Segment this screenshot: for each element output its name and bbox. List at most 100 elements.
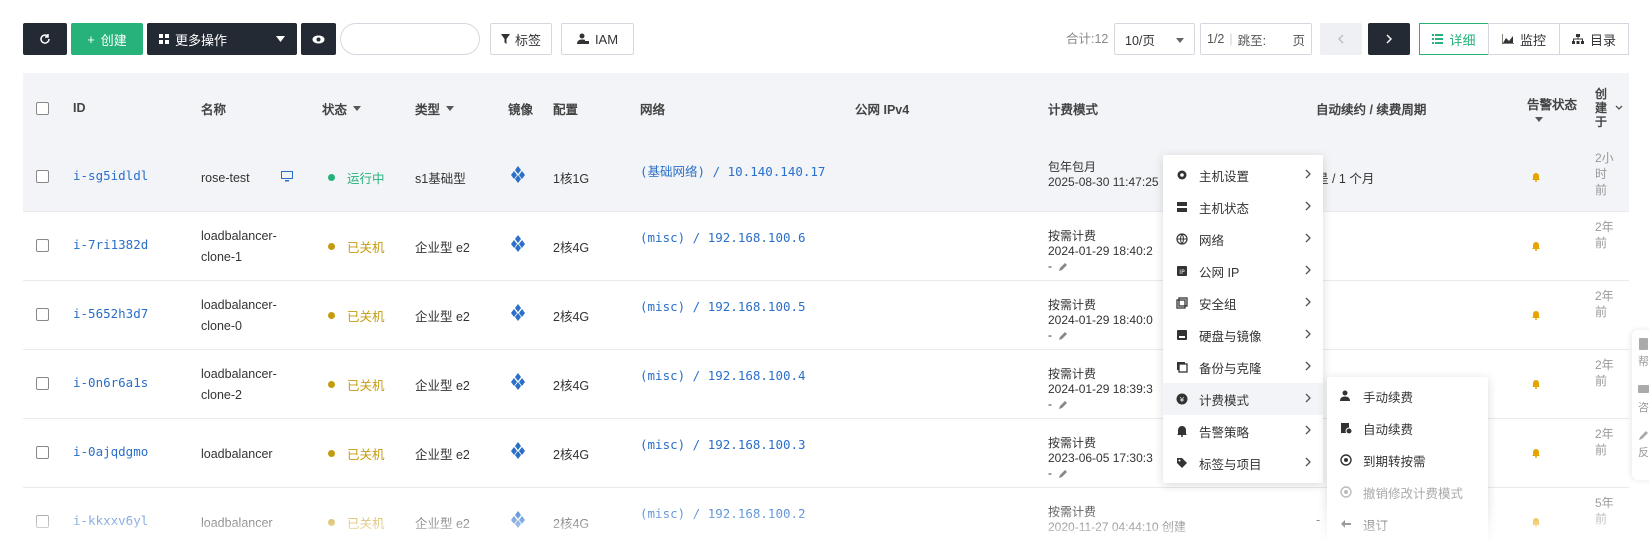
instance-id-link[interactable]: i-5652h3d7	[73, 306, 148, 321]
page-jump-input[interactable]: 1/2 | 跳至: 页	[1200, 23, 1312, 55]
menu-item-label: 安全组	[1199, 297, 1237, 312]
page-size-select[interactable]: 10/页	[1114, 23, 1195, 55]
alert-bell-icon[interactable]	[1531, 241, 1541, 251]
tag-filter-button[interactable]: 标签	[490, 23, 552, 55]
status-badge: 已关机	[328, 375, 385, 394]
refresh-button[interactable]	[23, 23, 67, 55]
network-link[interactable]: (基础网络) / 10.140.140.17	[640, 161, 825, 180]
view-tab-catalog[interactable]: 目录	[1559, 23, 1629, 55]
instance-id-link[interactable]: i-sg5idldl	[73, 168, 148, 183]
created-time: 2年前	[1595, 220, 1614, 250]
row-checkbox[interactable]	[36, 515, 49, 528]
eye-button[interactable]	[301, 23, 336, 55]
table-row[interactable]: i-5652h3d7 loadbalancer- clone-0 已关机 企业型…	[23, 281, 1629, 350]
prev-page-button[interactable]	[1320, 23, 1362, 55]
more-actions-dropdown[interactable]: 更多操作	[147, 23, 297, 55]
caret-down-icon	[353, 105, 362, 111]
edit-icon[interactable]	[1058, 331, 1068, 341]
network-link[interactable]: (misc) / 192.168.100.6	[640, 230, 806, 245]
view-tab-monitor[interactable]: 监控	[1488, 23, 1560, 55]
row-checkbox[interactable]	[36, 446, 49, 459]
billing-mode: 按需计费	[1048, 436, 1097, 450]
table-row[interactable]: i-sg5idldl rose-test 运行中 s1基础型 1核1G (基础网…	[23, 143, 1629, 212]
billing-extra: -	[1048, 259, 1052, 273]
submenu-item[interactable]: 退订	[1327, 508, 1488, 540]
instance-id-link[interactable]: i-7ri1382d	[73, 237, 148, 252]
ip-icon: IP	[1175, 264, 1189, 278]
refresh-icon	[40, 34, 50, 44]
alert-bell-icon[interactable]	[1531, 448, 1541, 458]
menu-item-label: 硬盘与镜像	[1199, 329, 1262, 344]
row-checkbox[interactable]	[36, 239, 49, 252]
submenu-item[interactable]: 手动续费	[1327, 380, 1488, 412]
col-status[interactable]: 状态	[322, 73, 362, 143]
menu-item[interactable]: 网络	[1163, 223, 1323, 255]
tag-icon	[1175, 456, 1189, 470]
status-badge: 运行中	[328, 168, 385, 187]
billing-extra: -	[1048, 328, 1052, 342]
chevron-down-icon	[1615, 105, 1623, 110]
status-dot-icon	[328, 174, 335, 181]
col-type[interactable]: 类型	[415, 73, 455, 143]
row-checkbox[interactable]	[36, 308, 49, 321]
menu-item[interactable]: 标签与项目	[1163, 447, 1323, 479]
chevron-right-icon	[1386, 34, 1392, 44]
submenu-item-label: 手动续费	[1363, 390, 1414, 405]
consult-entry[interactable]: 咨	[1638, 385, 1649, 415]
alert-bell-icon[interactable]	[1531, 517, 1541, 527]
billing-info: 包年包月 2025-08-30 11:47:25	[1048, 160, 1159, 190]
create-button[interactable]: + 创建	[71, 23, 143, 55]
billing-submenu: 手动续费 自动续费 到期转按需 撤销修改计费模式 退订	[1327, 377, 1488, 540]
next-page-button[interactable]	[1368, 23, 1410, 55]
col-alert[interactable]: 告警状态	[1527, 73, 1577, 143]
menu-item[interactable]: ¥ 计费模式	[1163, 383, 1323, 415]
iam-button[interactable]: IAM	[561, 23, 634, 55]
col-public-ip: 公网 IPv4	[855, 102, 910, 117]
feedback-entry[interactable]: 反	[1638, 430, 1649, 460]
select-all-checkbox[interactable]	[36, 73, 49, 143]
network-link[interactable]: (misc) / 192.168.100.3	[640, 437, 806, 452]
instance-id-link[interactable]: i-0n6r6a1s	[73, 375, 148, 390]
network-link[interactable]: (misc) / 192.168.100.2	[640, 506, 806, 521]
tag-filter-label: 标签	[514, 32, 541, 48]
submenu-item[interactable]: 自动续费	[1327, 412, 1488, 444]
menu-item[interactable]: 主机状态	[1163, 191, 1323, 223]
row-checkbox[interactable]	[36, 170, 49, 183]
billing-mode: 按需计费	[1048, 367, 1097, 381]
edit-icon[interactable]	[1058, 400, 1068, 410]
col-created[interactable]: 创建于	[1595, 73, 1609, 143]
page-info: 1/2	[1207, 32, 1225, 46]
table-row[interactable]: i-7ri1382d loadbalancer- clone-1 已关机 企业型…	[23, 212, 1629, 281]
name-line-2: clone-0	[201, 319, 242, 333]
name-line-2: clone-1	[201, 250, 242, 264]
chart-area-icon	[1501, 34, 1514, 44]
menu-item[interactable]: 备份与克隆	[1163, 351, 1323, 383]
created-time: 2年前	[1595, 427, 1614, 457]
edit-icon[interactable]	[1058, 469, 1068, 479]
row-checkbox[interactable]	[36, 377, 49, 390]
alert-bell-icon[interactable]	[1531, 310, 1541, 320]
menu-item[interactable]: 安全组	[1163, 287, 1323, 319]
col-config: 配置	[553, 102, 579, 117]
view-monitor-label: 监控	[1519, 32, 1546, 48]
menu-item[interactable]: IP 公网 IP	[1163, 255, 1323, 287]
menu-item[interactable]: 硬盘与镜像	[1163, 319, 1323, 351]
search-input[interactable]	[340, 23, 480, 55]
instance-id-link[interactable]: i-kkxxv6yl	[73, 513, 148, 528]
alert-bell-icon[interactable]	[1531, 379, 1541, 389]
network-link[interactable]: (misc) / 192.168.100.4	[640, 368, 806, 383]
alert-bell-icon[interactable]	[1531, 172, 1541, 182]
submenu-item[interactable]: 到期转按需	[1327, 444, 1488, 476]
monitor-icon[interactable]	[281, 171, 293, 182]
menu-item[interactable]: 主机设置	[1163, 159, 1323, 191]
help-entry[interactable]: 帮	[1638, 338, 1649, 369]
name-line-1: loadbalancer	[201, 516, 273, 530]
network-link[interactable]: (misc) / 192.168.100.5	[640, 299, 806, 314]
bell-icon	[1175, 424, 1189, 438]
view-tab-detail[interactable]: 详细	[1419, 23, 1489, 55]
col-network: 网络	[640, 102, 666, 117]
edit-icon[interactable]	[1058, 262, 1068, 272]
menu-item-label: 公网 IP	[1199, 265, 1240, 280]
menu-item[interactable]: 告警策略	[1163, 415, 1323, 447]
instance-id-link[interactable]: i-0ajqdgmo	[73, 444, 148, 459]
